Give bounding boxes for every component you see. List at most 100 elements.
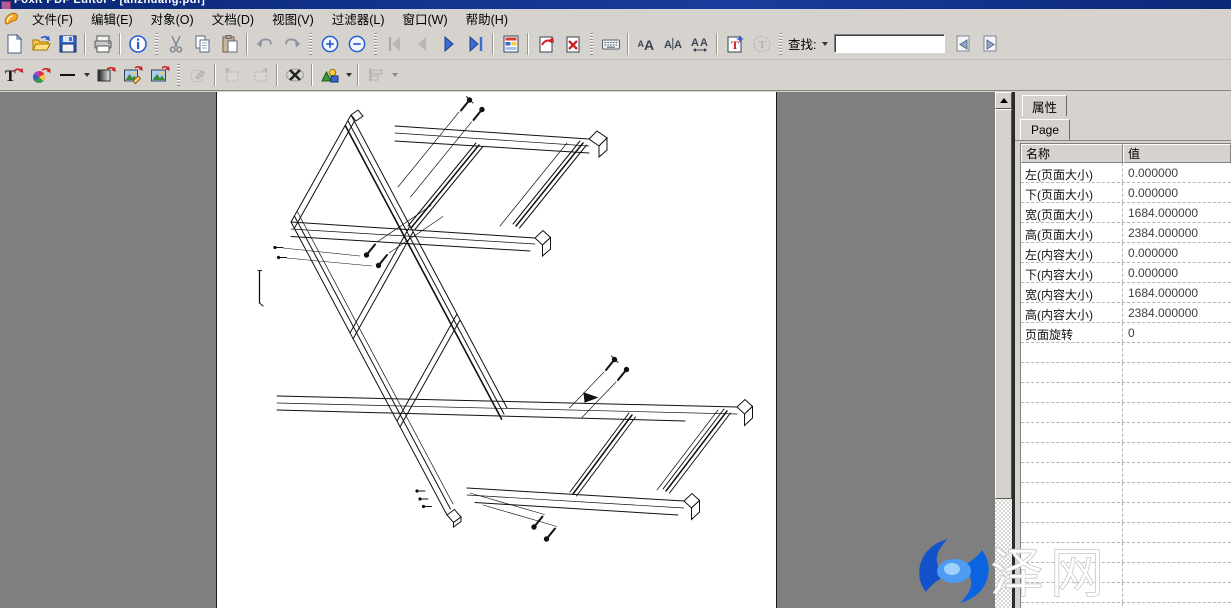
toolbar-grip[interactable]	[779, 33, 782, 55]
properties-tab[interactable]: 属性	[1022, 95, 1067, 116]
property-value[interactable]: 2384.000000	[1123, 303, 1231, 322]
add-gradient-button[interactable]	[92, 62, 119, 88]
property-value[interactable]: 0.000000	[1123, 263, 1231, 282]
previous-page-button[interactable]	[408, 31, 435, 57]
property-row[interactable]: 左(内容大小)0.000000	[1021, 243, 1231, 263]
toolbar-separator	[357, 64, 359, 86]
insert-shapes-dropdown[interactable]	[343, 62, 354, 88]
find-options-dropdown[interactable]	[819, 31, 830, 57]
toolbar-grip[interactable]	[177, 64, 180, 86]
search-result-next-button[interactable]	[976, 31, 1003, 57]
redo-button[interactable]	[278, 31, 305, 57]
property-row	[1021, 383, 1231, 403]
add-text-object-button[interactable]: T	[0, 62, 27, 88]
undo-button[interactable]	[251, 31, 278, 57]
print-button[interactable]	[89, 31, 116, 57]
text-horizontal-scale-button[interactable]: AA	[686, 31, 713, 57]
add-image-icon	[150, 65, 170, 85]
delete-object-button[interactable]	[281, 62, 308, 88]
property-name: 宽(内容大小)	[1021, 283, 1123, 302]
paste-button[interactable]	[216, 31, 243, 57]
document-info-button[interactable]	[124, 31, 151, 57]
menu-edit[interactable]: 编辑(E)	[82, 8, 142, 29]
copy-icon	[193, 34, 213, 54]
document-info-icon	[128, 34, 148, 54]
last-page-button[interactable]	[462, 31, 489, 57]
svg-text:A: A	[664, 39, 672, 51]
toolbar-grip[interactable]	[309, 33, 312, 55]
scroll-up-button[interactable]	[995, 92, 1012, 109]
property-row[interactable]: 宽(页面大小)1684.000000	[1021, 203, 1231, 223]
add-shading-button[interactable]	[27, 62, 54, 88]
toolbar-grip[interactable]	[155, 33, 158, 55]
menu-file[interactable]: 文件(F)	[23, 8, 82, 29]
line-style-button[interactable]	[54, 62, 81, 88]
property-value[interactable]: 2384.000000	[1123, 223, 1231, 242]
property-row[interactable]: 下(内容大小)0.000000	[1021, 263, 1231, 283]
new-file-button[interactable]	[0, 31, 27, 57]
font-properties-button[interactable]: AA	[632, 31, 659, 57]
column-header-value[interactable]: 值	[1123, 144, 1231, 163]
align-objects-dropdown[interactable]	[389, 62, 400, 88]
property-row[interactable]: 高(页面大小)2384.000000	[1021, 223, 1231, 243]
zoom-in-icon	[320, 34, 340, 54]
rotate-selection-right-button[interactable]	[246, 62, 273, 88]
property-value[interactable]: 0	[1123, 323, 1231, 342]
search-result-previous-button[interactable]	[949, 31, 976, 57]
edit-image-button[interactable]	[119, 62, 146, 88]
menu-window[interactable]: 窗口(W)	[394, 8, 457, 29]
zoom-out-button[interactable]	[343, 31, 370, 57]
save-file-button[interactable]	[54, 31, 81, 57]
property-name	[1021, 563, 1123, 582]
line-style-dropdown[interactable]	[81, 62, 92, 88]
property-row[interactable]: 左(页面大小)0.000000	[1021, 163, 1231, 183]
property-row[interactable]: 页面旋转0	[1021, 323, 1231, 343]
menu-help[interactable]: 帮助(H)	[457, 8, 517, 29]
menu-filter[interactable]: 过滤器(L)	[323, 8, 394, 29]
scrollbar-thumb[interactable]	[995, 109, 1012, 499]
letter-spacing-icon: AA	[663, 34, 683, 54]
find-label: 查找:	[788, 34, 816, 53]
column-header-name[interactable]: 名称	[1021, 144, 1123, 163]
insert-shapes-button[interactable]	[316, 62, 343, 88]
menu-object[interactable]: 对象(O)	[142, 8, 203, 29]
property-value[interactable]: 0.000000	[1123, 243, 1231, 262]
property-row[interactable]: 宽(内容大小)1684.000000	[1021, 283, 1231, 303]
properties-panel: 属性 Page 名称 值 左(页面大小)0.000000下(页面大小)0.000…	[1013, 92, 1231, 608]
add-text-button[interactable]: T	[721, 31, 748, 57]
open-file-button[interactable]	[27, 31, 54, 57]
property-name: 左(页面大小)	[1021, 163, 1123, 182]
property-row[interactable]: 高(内容大小)2384.000000	[1021, 303, 1231, 323]
property-row[interactable]: 下(页面大小)0.000000	[1021, 183, 1231, 203]
text-tool-button[interactable]: T	[748, 31, 775, 57]
property-value[interactable]: 0.000000	[1123, 163, 1231, 182]
property-value[interactable]: 1684.000000	[1123, 203, 1231, 222]
copy-button[interactable]	[189, 31, 216, 57]
menu-document[interactable]: 文档(D)	[203, 8, 263, 29]
first-page-button[interactable]	[381, 31, 408, 57]
page-tab[interactable]: Page	[1020, 119, 1070, 140]
svg-text:A: A	[691, 37, 699, 49]
toolbar-grip[interactable]	[590, 33, 593, 55]
rotate-selection-left-button[interactable]	[219, 62, 246, 88]
align-objects-button[interactable]	[362, 62, 389, 88]
property-value[interactable]: 0.000000	[1123, 183, 1231, 202]
chevron-down-icon	[822, 42, 828, 46]
page-thumbnails-button[interactable]	[497, 31, 524, 57]
find-input[interactable]	[834, 34, 945, 53]
letter-spacing-button[interactable]: AA	[659, 31, 686, 57]
edit-object-button[interactable]	[184, 62, 211, 88]
zoom-in-button[interactable]	[316, 31, 343, 57]
cut-button[interactable]	[162, 31, 189, 57]
next-page-button[interactable]	[435, 31, 462, 57]
toolbar-grip[interactable]	[374, 33, 377, 55]
property-value[interactable]: 1684.000000	[1123, 283, 1231, 302]
property-row	[1021, 543, 1231, 563]
delete-page-button[interactable]	[559, 31, 586, 57]
menu-view[interactable]: 视图(V)	[263, 8, 323, 29]
canvas-vertical-scrollbar[interactable]	[995, 92, 1014, 608]
add-image-button[interactable]	[146, 62, 173, 88]
pdf-page[interactable]	[216, 92, 777, 608]
rotate-page-button[interactable]	[532, 31, 559, 57]
keyboard-button[interactable]	[597, 31, 624, 57]
